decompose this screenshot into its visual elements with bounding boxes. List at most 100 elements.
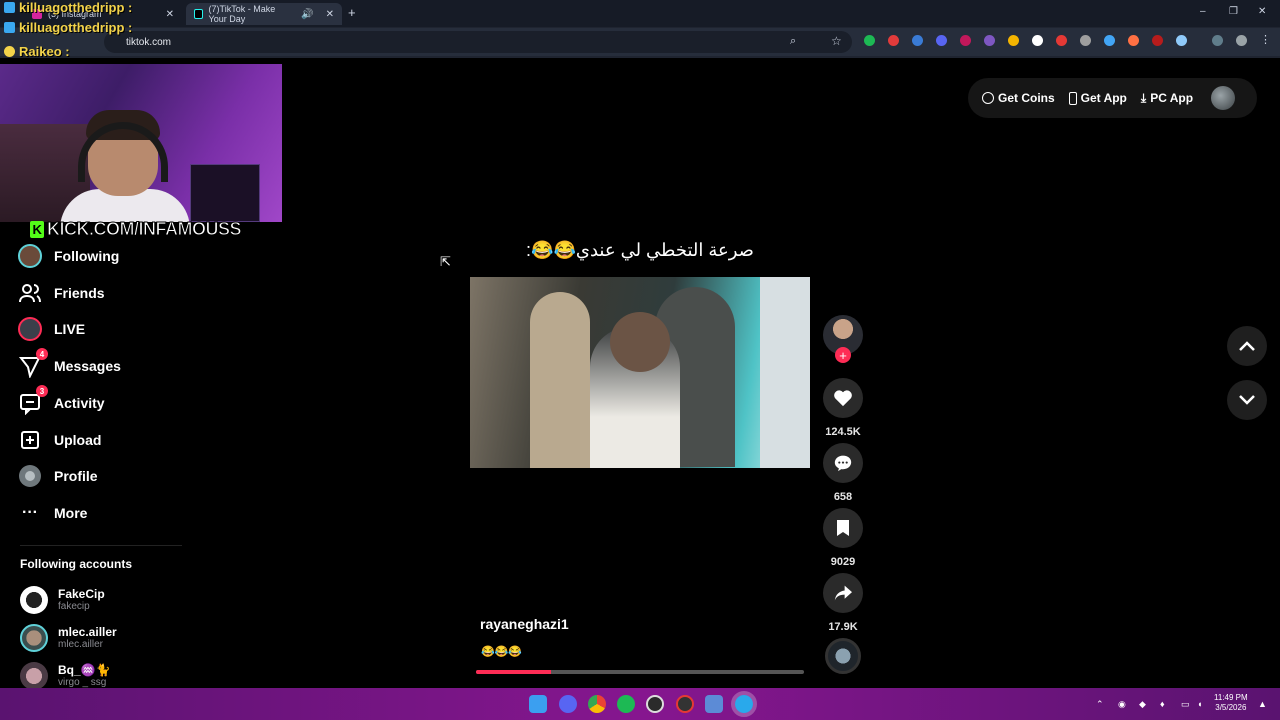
sidebar-item-label: LIVE xyxy=(54,321,86,337)
music-disc-icon[interactable] xyxy=(825,638,861,674)
kick-logo-icon: K xyxy=(30,221,44,238)
windows-start-icon[interactable] xyxy=(529,695,547,713)
extension-icon[interactable] xyxy=(1008,35,1019,46)
kick-banner: K KICK.COM/INFAMOUSS xyxy=(30,219,242,240)
tab-tiktok[interactable]: (7)TikTok - Make Your Day 🔊 ✕ xyxy=(186,3,342,25)
tab-search-icon[interactable] xyxy=(1212,35,1223,46)
extension-icon[interactable] xyxy=(912,35,923,46)
account-name: mlec.ailler xyxy=(58,625,117,639)
follow-plus-icon[interactable]: + xyxy=(835,347,851,363)
url-text: tiktok.com xyxy=(126,36,172,48)
get-coins-button[interactable]: Get Coins xyxy=(982,91,1055,105)
sidebar-item-upload[interactable]: Upload xyxy=(18,428,101,452)
account-username: mlec.ailler xyxy=(58,639,104,650)
speaker-icon[interactable]: 🔊 xyxy=(301,9,313,20)
minimize-button[interactable]: – xyxy=(1200,6,1206,17)
get-app-button[interactable]: Get App xyxy=(1068,91,1127,105)
bookmark-icon xyxy=(823,508,863,548)
messages-icon: 4 xyxy=(18,348,48,378)
sidebar-item-more[interactable]: ··· More xyxy=(18,501,87,525)
telegram-icon[interactable] xyxy=(731,691,757,717)
close-icon[interactable]: ✕ xyxy=(166,9,174,20)
extension-icon[interactable] xyxy=(888,35,899,46)
more-icon: ··· xyxy=(22,504,38,521)
extension-icon[interactable] xyxy=(960,35,971,46)
new-tab-button[interactable]: + xyxy=(348,5,356,20)
extension-icon[interactable] xyxy=(1104,35,1115,46)
avatar xyxy=(20,586,48,614)
url-input[interactable]: tiktok.com ⌕ ☆ xyxy=(104,31,852,53)
chat-message: killuagotthedripp : xyxy=(4,0,132,15)
sidebar-item-live[interactable]: LIVE xyxy=(18,317,85,341)
share-count: 17.9K xyxy=(828,621,858,633)
extension-icon[interactable] xyxy=(984,35,995,46)
maximize-button[interactable]: ❐ xyxy=(1229,6,1238,17)
get-coins-label: Get Coins xyxy=(998,91,1055,105)
video-author[interactable]: rayaneghazi1 xyxy=(480,616,569,632)
chat-user-icon xyxy=(4,22,15,33)
friends-icon xyxy=(18,281,42,305)
get-app-label: Get App xyxy=(1080,91,1127,105)
pc-app-button[interactable]: ⤓ PC App xyxy=(1141,91,1193,106)
save-count: 9029 xyxy=(830,556,856,568)
obs-icon[interactable] xyxy=(646,695,664,713)
extension-icon[interactable] xyxy=(1080,35,1091,46)
chevron-up-icon xyxy=(1239,341,1255,351)
sidebar-item-friends[interactable]: Friends xyxy=(18,281,105,305)
profile-icon[interactable] xyxy=(1236,35,1247,46)
video-player[interactable] xyxy=(470,277,810,468)
like-button[interactable]: 124.5K xyxy=(823,378,863,438)
extensions-puzzle-icon[interactable] xyxy=(1176,35,1187,46)
coin-icon xyxy=(982,92,994,104)
account-name: FakeCip xyxy=(58,587,105,601)
volume-icon[interactable]: ◖ xyxy=(1197,699,1202,709)
close-icon[interactable]: ✕ xyxy=(326,9,334,20)
sidebar-item-messages[interactable]: 4 Messages xyxy=(18,348,121,378)
activity-badge: 3 xyxy=(36,385,48,397)
comment-button[interactable]: 658 xyxy=(823,443,863,503)
extension-icon[interactable] xyxy=(1152,35,1163,46)
extension-icon[interactable] xyxy=(936,35,947,46)
save-button[interactable]: 9029 xyxy=(823,508,863,568)
sidebar-item-label: Messages xyxy=(54,358,121,374)
list-item[interactable]: mlec.ailler mlec.ailler xyxy=(20,624,117,652)
avatar[interactable] xyxy=(1211,86,1236,110)
phone-icon xyxy=(1068,91,1077,105)
network-icon[interactable]: ▭ xyxy=(1181,699,1190,710)
list-item[interactable]: Bq_♒🐈 virgo _ ssg xyxy=(20,662,111,690)
sidebar-item-activity[interactable]: 3 Activity xyxy=(18,385,105,415)
next-video-button[interactable] xyxy=(1227,380,1267,420)
list-item[interactable]: FakeCip fakecip xyxy=(20,586,105,614)
previous-video-button[interactable] xyxy=(1227,326,1267,366)
download-icon: ⤓ xyxy=(1140,90,1147,105)
avatar xyxy=(20,662,48,690)
microphone-icon[interactable]: ♦ xyxy=(1160,699,1165,709)
extension-icon[interactable] xyxy=(1128,35,1139,46)
cursor-icon: ⇱ xyxy=(440,254,451,269)
comment-icon xyxy=(823,443,863,483)
taskbar-clock[interactable]: 11:49 PM 3/5/2026 xyxy=(1214,693,1248,713)
sidebar-item-profile[interactable]: Profile xyxy=(18,464,98,488)
tray-icon[interactable]: ◉ xyxy=(1118,699,1126,710)
video-progress-bar[interactable] xyxy=(476,670,804,674)
extension-icon[interactable] xyxy=(1032,35,1043,46)
discord-tray-icon[interactable]: ◆ xyxy=(1139,699,1146,710)
app-icon[interactable] xyxy=(705,695,723,713)
sidebar-item-label: Following xyxy=(54,248,120,264)
video-caption: صرعة التخطي لي عندي😂😂: xyxy=(526,240,754,260)
notification-bell-icon[interactable]: ▲ xyxy=(1258,699,1267,709)
app-icon[interactable] xyxy=(676,695,694,713)
star-icon[interactable]: ☆ xyxy=(831,34,842,48)
extension-icon[interactable] xyxy=(1056,35,1067,46)
extension-icon[interactable] xyxy=(864,35,875,46)
spotify-icon[interactable] xyxy=(617,695,635,713)
time-text: 11:49 PM xyxy=(1214,693,1248,702)
close-window-button[interactable]: ✕ xyxy=(1258,6,1266,17)
zoom-icon[interactable]: ⌕ xyxy=(790,35,796,48)
kebab-menu-icon[interactable]: ⋮ xyxy=(1260,33,1271,46)
share-button[interactable]: 17.9K xyxy=(823,573,863,633)
sidebar-item-following[interactable]: Following xyxy=(18,244,119,268)
chevron-up-icon[interactable]: ⌃ xyxy=(1096,699,1104,710)
chrome-icon[interactable] xyxy=(588,695,606,713)
discord-icon[interactable] xyxy=(559,695,577,713)
